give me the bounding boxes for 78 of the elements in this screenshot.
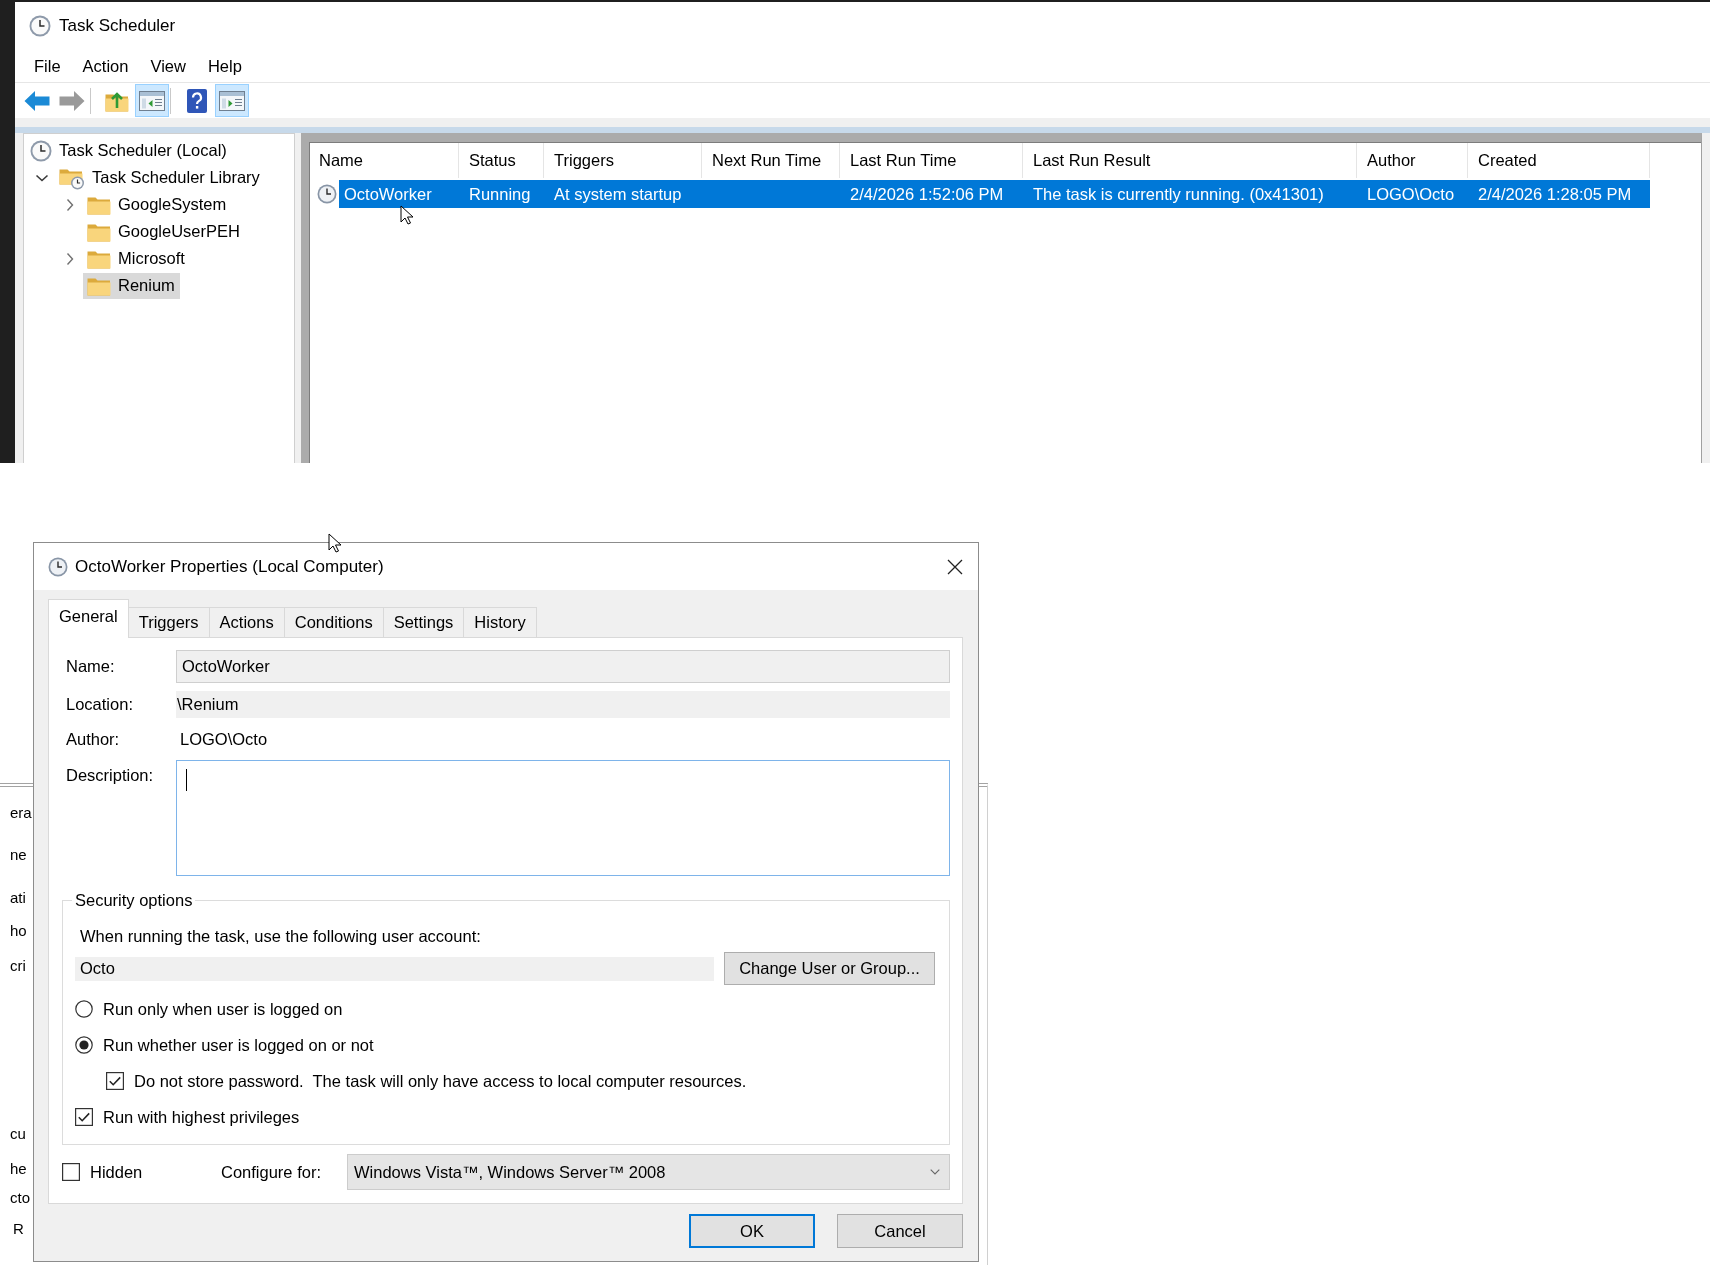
menu-item[interactable]: View <box>139 52 197 79</box>
clock-icon <box>29 14 51 37</box>
clock-icon <box>317 184 337 204</box>
dialog-title: OctoWorker Properties (Local Computer) <box>75 556 385 577</box>
window-panel-icon <box>219 89 245 112</box>
chevron-down-icon <box>930 1169 940 1175</box>
menu-item[interactable]: Action <box>71 52 140 79</box>
text-fragment: he <box>10 1159 27 1179</box>
column-header[interactable]: Triggers <box>544 143 702 178</box>
account-field: Octo <box>75 956 714 981</box>
column-header[interactable]: Next Run Time <box>702 143 840 178</box>
left-arrow-icon <box>24 89 50 112</box>
column-header[interactable]: Created <box>1468 143 1650 178</box>
column-header[interactable]: Last Run Time <box>840 143 1023 178</box>
window-title: Task Scheduler <box>59 15 176 36</box>
field-label: Author: <box>66 729 121 749</box>
radio-option[interactable]: Run whether user is logged on or not <box>75 1033 374 1057</box>
text-fragment: cto <box>10 1188 30 1208</box>
checkbox-option[interactable]: Do not store password. The task will only have access to local computer resources. <box>106 1069 747 1093</box>
table-cell-text: 2/4/2026 1:52:06 PM <box>849 184 1005 204</box>
close-icon <box>947 558 963 575</box>
tab[interactable]: History <box>463 607 537 637</box>
prompt-text: When running the task, use the following user account: <box>79 926 481 947</box>
tree-item[interactable]: GoogleUserPEH <box>83 218 245 245</box>
tree-item[interactable]: Renium <box>83 272 180 299</box>
table-cell-text: The task is currently running. (0x41301) <box>1032 184 1325 204</box>
column-header[interactable]: Author <box>1357 143 1468 178</box>
chevron-right-icon[interactable] <box>65 251 75 266</box>
checkbox-option[interactable]: Hidden <box>62 1160 143 1184</box>
menu-item[interactable]: Help <box>196 52 253 79</box>
field-label: Location: <box>66 695 134 714</box>
group-title: Security options <box>74 890 194 910</box>
tree-item[interactable]: Microsoft <box>83 245 190 272</box>
action-pane-button[interactable] <box>215 84 249 117</box>
checkbox-option[interactable]: Run with highest privileges <box>75 1105 300 1129</box>
ok-button[interactable]: OK <box>689 1214 815 1248</box>
text-fragment: ati <box>10 888 26 908</box>
table-cell-text: 2/4/2026 1:28:05 PM <box>1477 184 1633 204</box>
console-tree-button[interactable] <box>135 84 169 117</box>
tree-item[interactable]: Task Scheduler (Local) <box>26 137 232 164</box>
clock-icon <box>48 556 68 577</box>
menu-item[interactable]: File <box>23 52 72 79</box>
tab[interactable]: General <box>48 599 129 638</box>
table-row[interactable]: OctoWorker Running At system startup 2/4/2026 1:52:06 PM The task is currently running. (0x41301) LOGO\Octo 2/4/2026 1:28:05 PM <box>339 180 1650 208</box>
field-label: Configure for: <box>221 1162 321 1182</box>
column-header[interactable]: Name <box>309 143 459 178</box>
right-arrow-icon <box>59 89 85 112</box>
radio-option[interactable]: Run only when user is logged on <box>75 997 343 1021</box>
table-cell-text: OctoWorker <box>343 184 433 204</box>
text-fragment: era <box>10 803 32 823</box>
window-panel-icon <box>139 89 165 112</box>
text-fragment: R <box>13 1219 24 1239</box>
clock-icon <box>30 139 52 162</box>
chevron-down-icon[interactable] <box>35 172 49 183</box>
text-fragment: cri <box>10 956 26 976</box>
location-field: \Renium <box>176 691 950 718</box>
text-cursor-icon <box>186 769 187 791</box>
table-cell-text: At system startup <box>553 184 683 204</box>
tree-item[interactable]: GoogleSystem <box>83 191 232 218</box>
chevron-right-icon[interactable] <box>65 197 75 212</box>
description-field[interactable] <box>176 760 950 876</box>
configure-dropdown[interactable]: Windows Vista™, Windows Server™ 2008 <box>347 1154 950 1190</box>
text-fragment: cu <box>10 1124 26 1144</box>
column-header[interactable]: Status <box>459 143 544 178</box>
text-fragment: ne <box>10 845 27 865</box>
cancel-button[interactable]: Cancel <box>837 1214 963 1248</box>
change-user-button[interactable]: Change User or Group... <box>724 952 935 985</box>
field-label: Description: <box>66 766 155 785</box>
text-fragment: ho <box>10 921 27 941</box>
name-field[interactable]: OctoWorker <box>176 650 950 683</box>
field-label: Name: <box>66 657 116 676</box>
table-cell-text: LOGO\Octo <box>1366 184 1456 204</box>
pointer-icon <box>400 205 416 225</box>
help-icon <box>186 87 208 114</box>
column-header[interactable]: Last Run Result <box>1023 143 1357 178</box>
author-text: LOGO\Octo <box>180 729 268 749</box>
table-cell-text: Running <box>468 184 532 204</box>
tree-item[interactable]: Task Scheduler Library <box>55 164 265 191</box>
